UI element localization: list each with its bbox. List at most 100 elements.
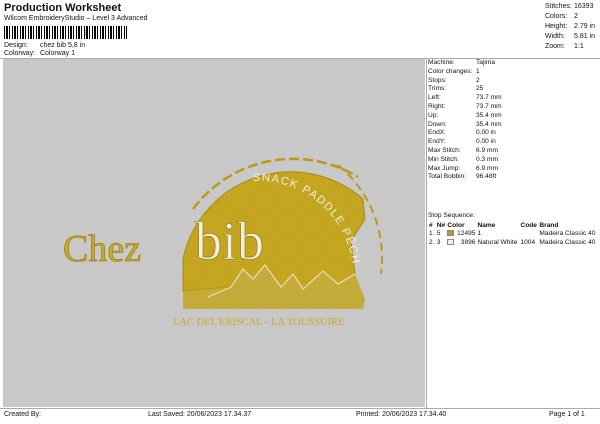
- info-row: EndY: 0.00 in: [428, 138, 598, 147]
- row-code: 1004: [520, 239, 536, 246]
- stat-row: Height: 2.79 in: [545, 22, 597, 32]
- info-row: Max Jump: 6.9 mm: [428, 165, 598, 174]
- stop-sequence-table: # N# Color Name Code Brand 1. 5 12495 1 …: [428, 221, 598, 247]
- row-code: [519, 229, 538, 238]
- info-value: 0.00 in: [476, 129, 496, 137]
- info-value: 35.4 mm: [476, 111, 502, 119]
- info-value: 6.9 mm: [476, 146, 498, 154]
- info-row: Left: 73.7 mm: [428, 94, 598, 103]
- stat-value: 2.79 in: [574, 23, 596, 30]
- logo-bib: bib: [195, 211, 264, 271]
- footer-last-saved: Last Saved: 20/06/2023 17.34.37: [148, 411, 252, 418]
- color-swatch: [446, 238, 455, 247]
- info-row: Machine: Tajima: [428, 59, 598, 68]
- info-label: Right:: [428, 102, 446, 110]
- info-value: 0.3 mm: [476, 155, 498, 163]
- logo-chez: Chez: [63, 228, 141, 270]
- info-value: 73.7 mm: [476, 102, 502, 110]
- col-code: Code: [520, 221, 537, 229]
- row-stitches: 12495: [457, 230, 476, 237]
- barcode-text: 3: [84, 31, 89, 37]
- colorway-value: Colorway 1: [39, 50, 75, 57]
- info-label: Left:: [428, 94, 441, 102]
- info-value: 2: [476, 76, 480, 84]
- info-label: Max Jump:: [428, 164, 461, 172]
- stat-label: Stitches:: [545, 3, 572, 10]
- info-value: 0.00 in: [476, 138, 496, 146]
- color-swatch: [446, 229, 455, 238]
- info-value: 73.7 mm: [476, 94, 502, 102]
- info-label: Down:: [428, 120, 447, 128]
- info-value: 1: [476, 67, 480, 75]
- table-row: 2. 3 3896 Natural White 1004 Madeira Cla…: [428, 238, 598, 247]
- summary-stats: Stitches: 16393 Colors: 2 Height: 2.79 in W…: [545, 2, 597, 52]
- stat-label: Zoom:: [545, 43, 565, 50]
- info-value: 25: [476, 85, 484, 93]
- info-label: Max Stitch:: [428, 146, 461, 154]
- footer-divider: [0, 408, 600, 409]
- info-row: Stops: 2: [428, 77, 598, 86]
- design-preview: SNACK PADDLE PÊCHE Chez bib LAC DEL'ERIS…: [0, 50, 425, 407]
- stat-value: 5.81 in: [574, 33, 596, 40]
- row-stitches: 3896: [460, 239, 476, 246]
- stat-row: Colors: 2: [545, 12, 597, 22]
- col-index: #: [429, 221, 433, 229]
- info-value: 6.9 mm: [476, 164, 498, 172]
- row-brand: Madeira Classic 40: [539, 230, 596, 237]
- software-subtitle: Wilcom EmbroideryStudio – Level 3 Advanc…: [4, 15, 148, 22]
- row-index: 1.: [429, 230, 435, 237]
- footer-created-by: Created By:: [4, 411, 41, 418]
- info-label: Total Bobbin:: [428, 173, 467, 181]
- row-name: 1: [477, 230, 482, 237]
- row-index: 2.: [429, 239, 435, 246]
- footer-printed: Printed: 20/06/2023 17.34.40: [356, 411, 447, 418]
- col-brand: Brand: [539, 221, 559, 229]
- stat-row: Zoom: 1:1: [545, 42, 597, 52]
- info-row: Min Stitch: 0.3 mm: [428, 156, 598, 165]
- info-value: 35.4 mm: [476, 120, 502, 128]
- stat-label: Width:: [545, 33, 565, 40]
- stat-value: 2: [574, 13, 578, 20]
- info-label: Color changes:: [428, 67, 473, 75]
- info-value: 96.48ft: [476, 173, 497, 181]
- stat-label: Height:: [545, 23, 568, 30]
- colorway-label: Colorway:: [4, 50, 36, 57]
- col-name: Name: [477, 221, 496, 229]
- col-n: N#: [436, 221, 446, 229]
- info-row: Up: 35.4 mm: [428, 112, 598, 121]
- location-text: LAC DEL'ERISCAL - LA TOUSSUIRE: [173, 317, 344, 328]
- info-label: EndX:: [428, 129, 446, 137]
- info-row: Right: 73.7 mm: [428, 103, 598, 112]
- worksheet-title: Production Worksheet: [4, 2, 122, 14]
- design-label: Design:: [4, 42, 28, 49]
- stat-label: Colors:: [545, 13, 568, 20]
- info-label: Machine:: [428, 59, 455, 66]
- table-header-row: # N# Color Name Code Brand: [428, 221, 598, 229]
- info-label: EndY:: [428, 138, 446, 146]
- row-n: 3: [436, 239, 441, 246]
- swatch-gold: [447, 230, 455, 237]
- colorway-row: Colorway: Colorway 1: [4, 50, 75, 57]
- barcode: [4, 26, 127, 39]
- info-label: Stops:: [428, 76, 447, 84]
- info-row: EndX: 0.00 in: [428, 129, 598, 138]
- design-value: chez bib 5,8 in: [39, 42, 86, 49]
- swatch-white: [447, 239, 455, 246]
- info-row: Max Stitch: 6.9 mm: [428, 147, 598, 156]
- info-label: Min Stitch:: [428, 155, 459, 163]
- stat-value: 1:1: [574, 43, 584, 50]
- panel-divider: [426, 58, 427, 408]
- row-brand: Madeira Classic 40: [539, 239, 596, 246]
- info-row: Trims: 25: [428, 85, 598, 94]
- footer-page: Page 1 of 1: [549, 411, 585, 418]
- embroidery-design: SNACK PADDLE PÊCHE Chez bib LAC DEL'ERIS…: [0, 50, 384, 328]
- info-value: Tajima: [476, 59, 496, 66]
- stat-value: 16393: [574, 3, 594, 10]
- info-label: Up:: [428, 111, 439, 119]
- table-row: 1. 5 12495 1 Madeira Classic 40: [428, 229, 598, 238]
- info-row: Down: 35.4 mm: [428, 121, 598, 130]
- machine-info: Machine: Tajima Color changes: 1 Stops: 2 Trim…: [428, 59, 598, 182]
- info-row: Total Bobbin: 96.48ft: [428, 173, 598, 182]
- row-n: 5: [436, 230, 441, 237]
- stop-sequence-title: Stop Sequence:: [428, 212, 475, 219]
